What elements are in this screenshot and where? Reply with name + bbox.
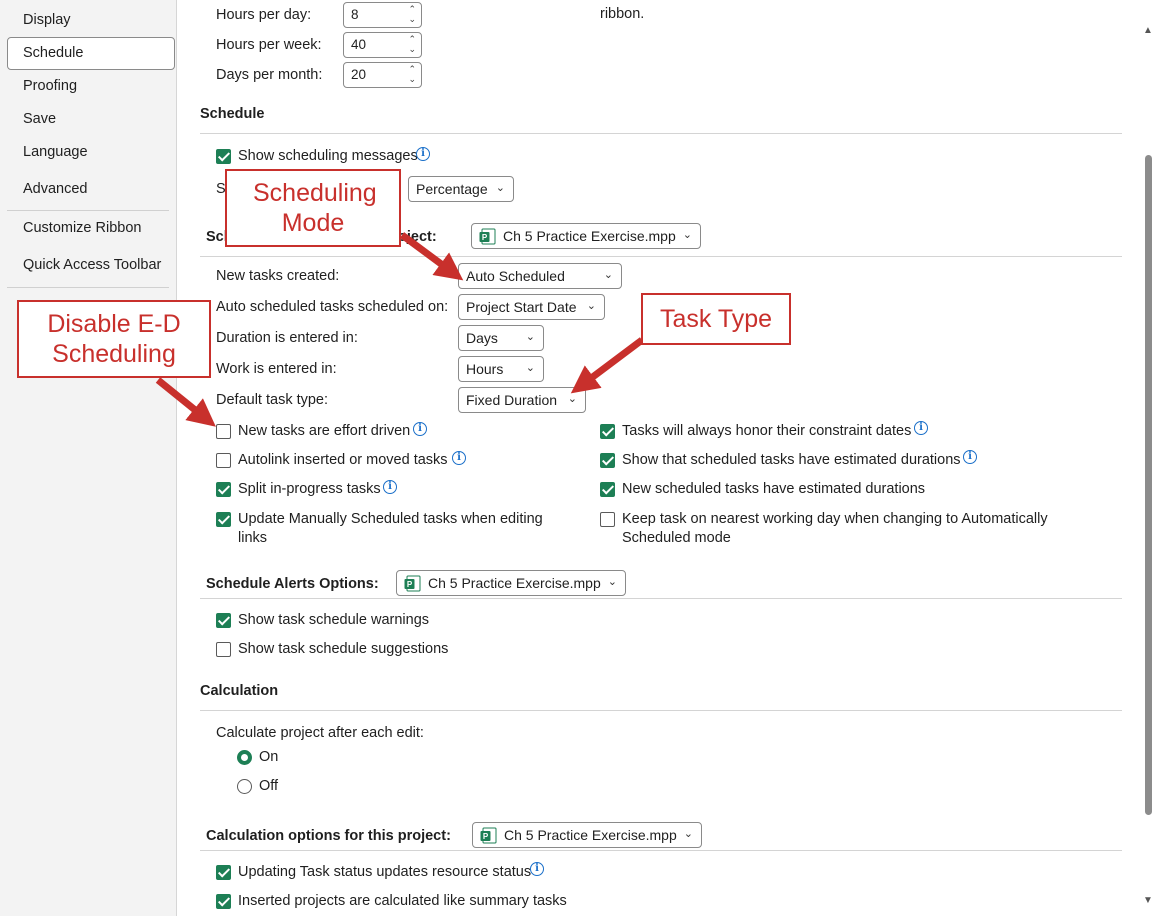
scheduling-mode-callout-text: Scheduling Mode: [253, 179, 377, 237]
disable-ed-callout-text: Disable E-D Scheduling: [47, 310, 181, 368]
disable-ed-arrow: [155, 377, 216, 427]
task-type-callout: Task Type: [641, 293, 791, 345]
scheduling-mode-callout: Scheduling Mode: [225, 169, 401, 247]
disable-ed-callout: Disable E-D Scheduling: [17, 300, 211, 378]
annotation-arrows: [155, 232, 645, 427]
task-type-callout-text: Task Type: [659, 305, 773, 333]
task-type-arrow: [570, 337, 645, 394]
scheduling-mode-arrow: [399, 232, 464, 281]
